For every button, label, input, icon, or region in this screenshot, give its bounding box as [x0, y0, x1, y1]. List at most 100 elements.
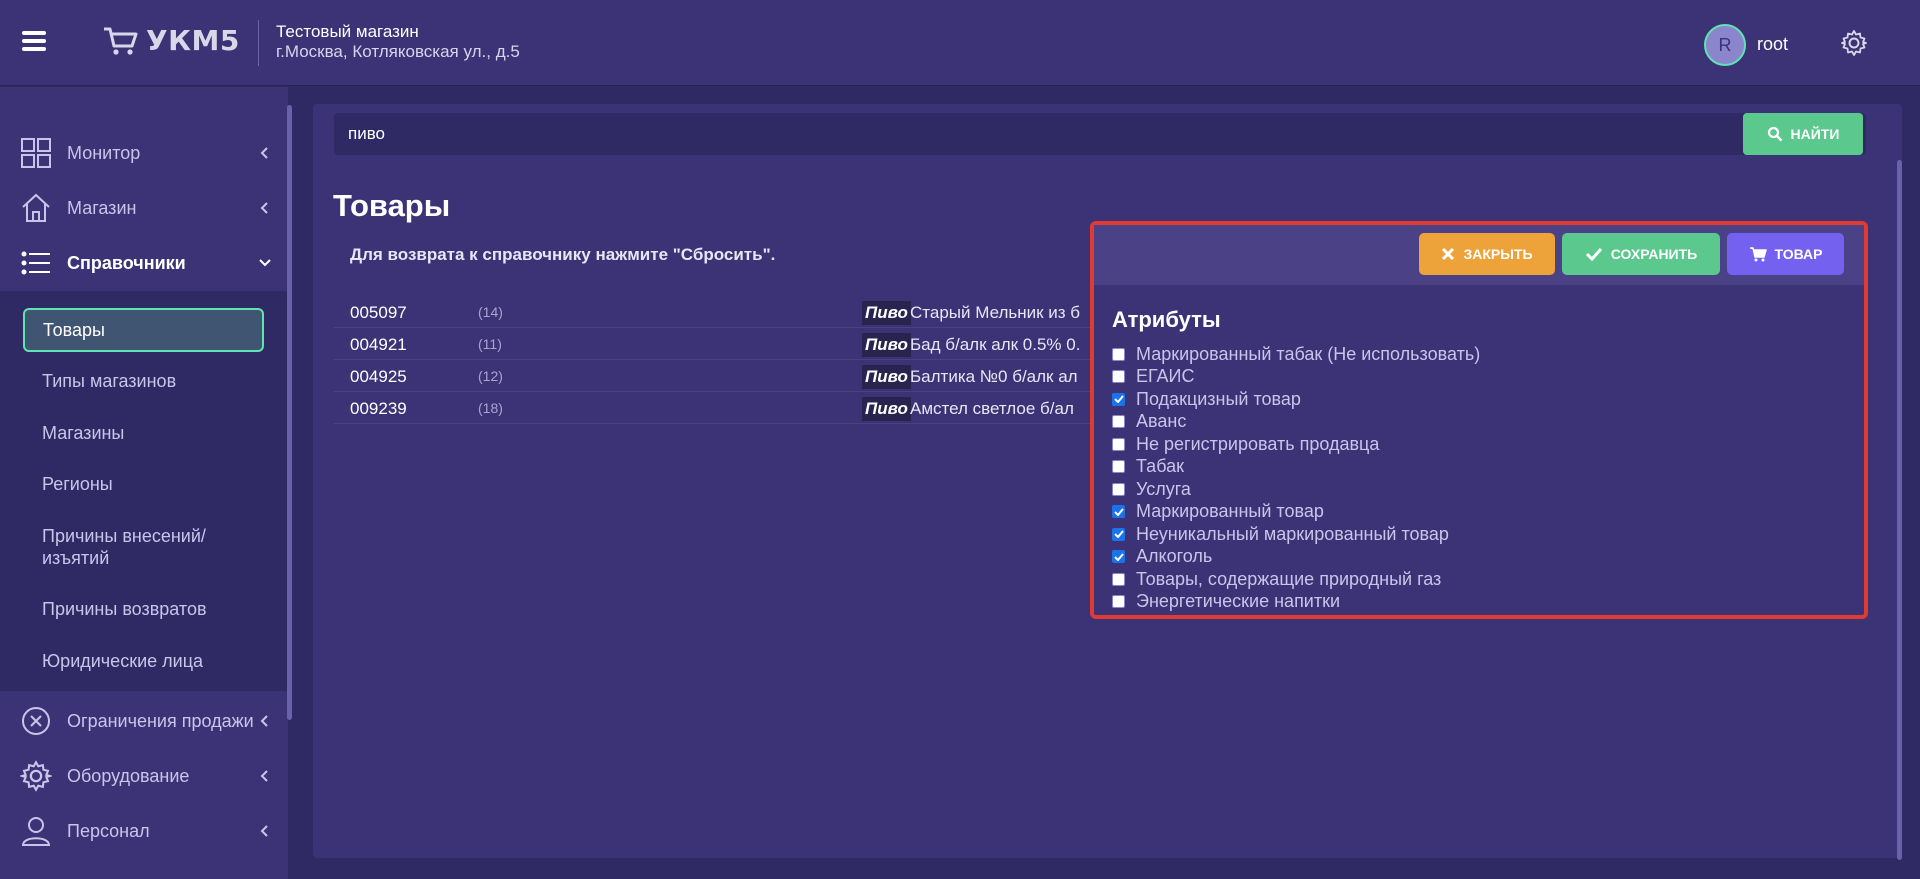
checkbox-unchecked[interactable]	[1112, 437, 1125, 451]
sidebar-item-label: Монитор	[67, 142, 141, 163]
attribute-label: ЕГАИС	[1136, 366, 1195, 386]
cancel-circle-icon	[20, 705, 52, 737]
checkbox-checked[interactable]	[1112, 550, 1125, 563]
chevron-down-icon	[259, 259, 271, 267]
attributes-heading: Атрибуты	[1112, 307, 1221, 332]
checkmark-icon	[1585, 247, 1602, 261]
app-logo[interactable]: УКМ5	[102, 24, 240, 57]
attribute-label: Не регистрировать продавца	[1136, 433, 1380, 454]
attribute-checkbox-row[interactable]: Аванс	[1112, 411, 1187, 432]
checkbox-unchecked[interactable]	[1112, 370, 1125, 383]
search-icon	[1767, 126, 1782, 142]
item-code: 004925	[350, 367, 407, 386]
person-icon	[20, 815, 52, 847]
attribute-label: Товары, содержащие природный газ	[1136, 568, 1442, 589]
sidebar-item-directories[interactable]: Справочники	[0, 238, 288, 288]
sidebar-item-equipment[interactable]: Оборудование	[0, 751, 288, 801]
home-icon	[20, 192, 52, 224]
sidebar-subitem-stores[interactable]: Магазины	[42, 422, 124, 444]
attribute-checkbox-row[interactable]: Неуникальный маркированный товар	[1112, 524, 1449, 544]
attribute-checkbox-row[interactable]: Услуга	[1112, 479, 1191, 499]
sidebar-subitem-label: Товары	[43, 320, 105, 340]
attribute-label: Аванс	[1136, 411, 1187, 431]
attribute-checkbox-row[interactable]: Алкоголь	[1112, 546, 1213, 567]
cart-icon	[1749, 247, 1767, 262]
search-input[interactable]	[334, 113, 1744, 155]
sidebar-item-store[interactable]: Магазин	[0, 183, 288, 233]
top-header: УКМ5 Тестовый магазин г.Москва, Котляков…	[0, 0, 1920, 86]
item-name: Балтика №0 б/алк ал	[910, 367, 1078, 386]
settings-gear-icon[interactable]	[1840, 29, 1868, 57]
main-scrollbar[interactable]	[1897, 160, 1902, 860]
attribute-checkbox-row[interactable]: Не регистрировать продавца	[1112, 434, 1379, 454]
item-count: (12)	[478, 368, 503, 384]
attribute-label: Маркированный товар	[1136, 501, 1324, 521]
item-group: Пиво	[862, 397, 911, 421]
checkbox-unchecked[interactable]	[1112, 595, 1125, 608]
sidebar-subitem-regions[interactable]: Регионы	[42, 473, 113, 495]
avatar[interactable]: R	[1704, 24, 1746, 66]
attribute-label: Табак	[1136, 456, 1184, 476]
user-name[interactable]: root	[1757, 34, 1788, 55]
chevron-left-icon	[260, 715, 268, 727]
table-row[interactable]: 004921 (11) Пиво Бад б/алк алк 0.5% 0.	[334, 328, 1094, 360]
attribute-label: Услуга	[1136, 478, 1191, 499]
checkbox-unchecked[interactable]	[1112, 482, 1125, 496]
attribute-label: Алкоголь	[1136, 546, 1213, 566]
attribute-checkbox-row[interactable]: Подакцизный товар	[1112, 389, 1301, 409]
sidebar-item-sale-restrictions[interactable]: Ограничения продажи	[0, 696, 288, 746]
chevron-left-icon	[260, 202, 268, 214]
sidebar-subitem-store-types[interactable]: Типы магазинов	[42, 370, 176, 392]
checkbox-checked[interactable]	[1112, 392, 1125, 406]
item-group: Пиво	[862, 301, 911, 325]
item-button[interactable]: ТОВАР	[1727, 233, 1844, 275]
checkbox-unchecked[interactable]	[1112, 347, 1125, 361]
sidebar-item-label: Персонал	[67, 820, 150, 841]
attribute-checkbox-row[interactable]: Табак	[1112, 456, 1184, 477]
item-name: Старый Мельник из б	[910, 303, 1081, 322]
item-count: (14)	[478, 304, 503, 320]
store-address: г.Москва, Котляковская ул., д.5	[276, 42, 520, 61]
checkbox-unchecked[interactable]	[1112, 415, 1125, 428]
attribute-checkbox-row[interactable]: ЕГАИС	[1112, 366, 1195, 387]
item-code: 005097	[350, 303, 407, 322]
search-button-label: НАЙТИ	[1790, 126, 1840, 142]
attribute-checkbox-row[interactable]: Энергетические напитки	[1112, 591, 1340, 612]
panel-toolbar: ЗАКРЫТЬ СОХРАНИТЬ ТОВАР	[1094, 225, 1864, 285]
sidebar-item-staff[interactable]: Персонал	[0, 806, 288, 856]
gear-icon	[20, 760, 52, 792]
attribute-label: Подакцизный товар	[1136, 388, 1301, 409]
item-code: 004921	[350, 335, 407, 354]
sidebar-item-monitor[interactable]: Монитор	[0, 128, 288, 178]
list-icon	[20, 247, 52, 279]
menu-hamburger-icon[interactable]	[22, 31, 46, 51]
item-count: (18)	[478, 400, 503, 416]
sidebar-item-label: Ограничения продажи	[67, 710, 254, 731]
sidebar-subitem-return-reasons[interactable]: Причины возвратов	[42, 598, 207, 620]
attributes-panel: ЗАКРЫТЬ СОХРАНИТЬ ТОВАР Атрибуты Маркиро…	[1090, 221, 1868, 619]
close-button-label: ЗАКРЫТЬ	[1463, 246, 1533, 262]
attribute-checkbox-row[interactable]: Маркированный товар	[1112, 501, 1324, 522]
checkbox-unchecked[interactable]	[1112, 572, 1125, 586]
table-row[interactable]: 004925 (12) Пиво Балтика №0 б/алк ал	[334, 360, 1094, 392]
sidebar-subitem-legal-entities[interactable]: Юридические лица	[42, 650, 203, 672]
checkbox-checked[interactable]	[1112, 527, 1125, 541]
header-divider	[258, 20, 259, 66]
logo-text: УКМ5	[146, 24, 240, 57]
sidebar-subitem-goods[interactable]: Товары	[23, 308, 264, 352]
attribute-checkbox-row[interactable]: Товары, содержащие природный газ	[1112, 569, 1441, 589]
save-button[interactable]: СОХРАНИТЬ	[1562, 233, 1720, 275]
checkbox-unchecked[interactable]	[1112, 460, 1125, 473]
item-code: 009239	[350, 399, 407, 418]
item-name: Бад б/алк алк 0.5% 0.	[910, 335, 1081, 354]
search-button[interactable]: НАЙТИ	[1743, 113, 1863, 155]
table-row[interactable]: 009239 (18) Пиво Амстел светлое б/ал	[334, 392, 1094, 424]
checkbox-checked[interactable]	[1112, 505, 1125, 518]
table-row[interactable]: 005097 (14) Пиво Старый Мельник из б	[334, 296, 1094, 328]
sidebar-item-label: Магазин	[67, 197, 137, 218]
close-button[interactable]: ЗАКРЫТЬ	[1419, 233, 1555, 275]
attribute-checkbox-row[interactable]: Маркированный табак (Не использовать)	[1112, 344, 1480, 364]
sidebar-subitem-deposit-reasons[interactable]: Причины внесений/ изъятий	[42, 525, 242, 569]
search-bar	[334, 113, 1866, 155]
page-title: Товары	[333, 188, 451, 223]
